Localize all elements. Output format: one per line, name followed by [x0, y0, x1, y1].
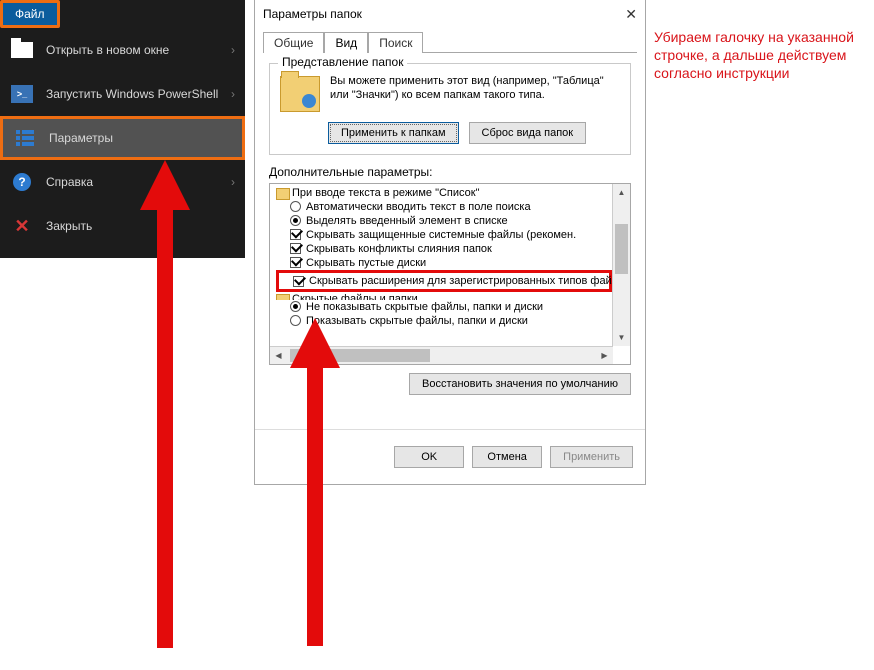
advanced-settings-label: Дополнительные параметры:	[269, 165, 631, 179]
group-legend: Представление папок	[278, 55, 407, 69]
chevron-right-icon: ›	[231, 87, 235, 101]
apply-to-folders-button[interactable]: Применить к папкам	[328, 122, 459, 144]
tree-check-hide-extensions[interactable]: Скрывать расширения для зарегистрированн…	[276, 270, 612, 292]
scroll-left-icon[interactable]: ◀	[270, 347, 287, 364]
menu-item-label: Параметры	[49, 131, 113, 145]
group-description: Вы можете применить этот вид (например, …	[330, 74, 622, 102]
powershell-icon: >_	[10, 83, 34, 105]
scroll-thumb[interactable]	[615, 224, 628, 274]
folder-icon	[10, 39, 34, 61]
tree-radio-auto-type[interactable]: Автоматически вводить текст в поле поиск…	[276, 200, 612, 214]
scroll-thumb[interactable]	[290, 349, 430, 362]
scroll-down-icon[interactable]: ▼	[613, 329, 630, 346]
tree-check-hide-protected[interactable]: Скрывать защищенные системные файлы (рек…	[276, 228, 612, 242]
chevron-right-icon: ›	[231, 175, 235, 189]
file-button[interactable]: Файл	[0, 0, 60, 28]
advanced-settings-tree[interactable]: При вводе текста в режиме "Список" Автом…	[269, 183, 631, 365]
tree-radio-select-typed[interactable]: Выделять введенный элемент в списке	[276, 214, 612, 228]
menu-item-label: Справка	[46, 175, 93, 189]
cancel-button[interactable]: Отмена	[472, 446, 542, 468]
tree-check-hide-empty[interactable]: Скрывать пустые диски	[276, 256, 612, 270]
menu-item-label: Открыть в новом окне	[46, 43, 169, 57]
menu-item-help[interactable]: ? Справка ›	[0, 160, 245, 204]
menu-item-powershell[interactable]: >_ Запустить Windows PowerShell ›	[0, 72, 245, 116]
options-icon	[13, 127, 37, 149]
dialog-footer: OK Отмена Применить	[255, 429, 645, 484]
explorer-file-menu: Файл Открыть в новом окне › >_ Запустить…	[0, 0, 245, 258]
tab-strip: Общие Вид Поиск	[263, 28, 637, 52]
dialog-title: Параметры папок	[263, 7, 362, 21]
menu-item-label: Закрыть	[46, 219, 92, 233]
help-icon: ?	[10, 171, 34, 193]
tree-header: При вводе текста в режиме "Список"	[276, 186, 612, 200]
vertical-scrollbar[interactable]: ▲ ▼	[612, 184, 630, 346]
dialog-titlebar[interactable]: Параметры папок ✕	[255, 0, 645, 28]
apply-button[interactable]: Применить	[550, 446, 633, 468]
tree-check-hide-merge[interactable]: Скрывать конфликты слияния папок	[276, 242, 612, 256]
scroll-right-icon[interactable]: ▶	[596, 347, 613, 364]
tree-radio-show-hidden[interactable]: Показывать скрытые файлы, папки и диски	[276, 314, 612, 328]
menu-item-close[interactable]: ✕ Закрыть	[0, 204, 245, 248]
folder-large-icon	[280, 76, 320, 112]
tab-general[interactable]: Общие	[263, 32, 324, 53]
tab-view[interactable]: Вид	[324, 32, 368, 53]
annotation-text: Убираем галочку на указанной строчке, а …	[654, 28, 864, 82]
ok-button[interactable]: OK	[394, 446, 464, 468]
menu-item-open-new-window[interactable]: Открыть в новом окне ›	[0, 28, 245, 72]
menu-item-options[interactable]: Параметры	[0, 116, 245, 160]
tree-header-hidden: Скрытые файлы и папки	[276, 292, 612, 300]
scroll-up-icon[interactable]: ▲	[613, 184, 630, 201]
folder-view-group: Представление папок Вы можете применить …	[269, 63, 631, 155]
folder-options-dialog: Параметры папок ✕ Общие Вид Поиск Предст…	[254, 0, 646, 485]
restore-defaults-button[interactable]: Восстановить значения по умолчанию	[409, 373, 631, 395]
tab-search[interactable]: Поиск	[368, 32, 423, 53]
close-icon: ✕	[10, 215, 34, 237]
tree-radio-not-show-hidden[interactable]: Не показывать скрытые файлы, папки и дис…	[276, 300, 612, 314]
close-icon[interactable]: ✕	[625, 6, 637, 23]
reset-folders-button[interactable]: Сброс вида папок	[469, 122, 587, 144]
horizontal-scrollbar[interactable]: ◀ ▶	[270, 346, 613, 364]
chevron-right-icon: ›	[231, 43, 235, 57]
menu-item-label: Запустить Windows PowerShell	[46, 87, 218, 101]
